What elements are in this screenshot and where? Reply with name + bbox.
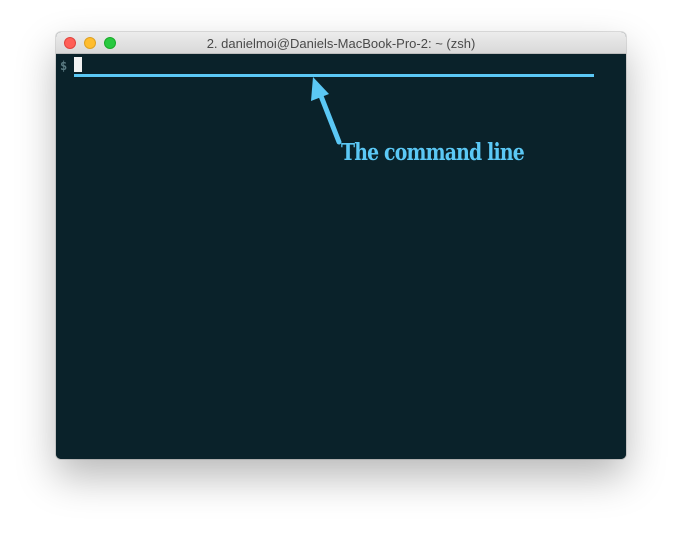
text-cursor [74,57,82,72]
terminal-area[interactable]: $ [56,54,626,459]
window-title: 2. danielmoi@Daniels-MacBook-Pro-2: ~ (z… [206,36,476,51]
terminal-window: 2. danielmoi@Daniels-MacBook-Pro-2: ~ (z… [56,32,626,459]
annotation-label: The command line [341,139,525,166]
title-bar[interactable]: 2. danielmoi@Daniels-MacBook-Pro-2: ~ (z… [56,32,626,54]
shell-prompt: $ [60,59,68,73]
